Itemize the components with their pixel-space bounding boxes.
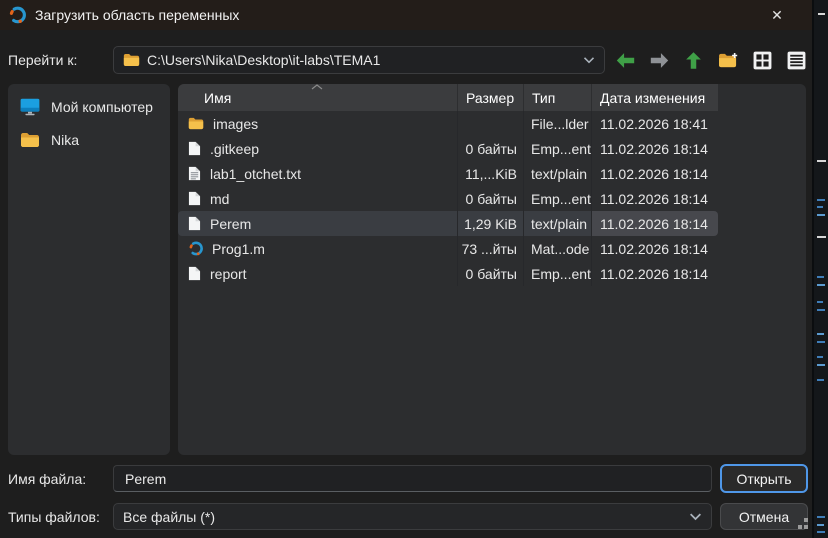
filetype-combobox[interactable]: Все файлы (*)	[113, 503, 712, 530]
sidebar-item-label: Nika	[51, 132, 79, 148]
file-type: Emp...ent	[524, 136, 592, 161]
forward-button[interactable]	[647, 48, 671, 72]
file-icon	[188, 266, 201, 281]
new-folder-button[interactable]	[716, 48, 740, 72]
file-row-lab1-otchet[interactable]: lab1_otchet.txt 11,...KiB text/plain 11.…	[178, 161, 718, 186]
icon-view-button[interactable]	[751, 48, 775, 72]
sort-ascending-icon	[310, 84, 324, 90]
goto-label: Перейти к:	[8, 52, 77, 68]
dialog-titlebar: Загрузить область переменных ✕	[0, 0, 812, 30]
file-date: 11.02.2026 18:14	[592, 261, 718, 286]
file-name: .gitkeep	[210, 141, 259, 157]
sidebar-item-home[interactable]: Nika	[8, 124, 170, 156]
grid-view-icon	[753, 51, 772, 70]
load-variables-dialog: Загрузить область переменных ✕ Перейти к…	[0, 0, 812, 538]
file-list-panel: Имя Размер Тип Дата изменения images Fil…	[178, 84, 806, 455]
file-date: 11.02.2026 18:14	[592, 136, 718, 161]
resize-grip[interactable]	[798, 525, 802, 529]
file-row-gitkeep[interactable]: .gitkeep 0 байты Emp...ent 11.02.2026 18…	[178, 136, 718, 161]
column-header-date[interactable]: Дата изменения	[592, 84, 718, 111]
sidebar-item-computer[interactable]: Мой компьютер	[8, 90, 170, 124]
file-icon	[188, 191, 201, 206]
file-name: report	[210, 266, 247, 282]
file-name: images	[213, 116, 258, 132]
file-size	[458, 111, 524, 136]
filetype-label: Типы файлов:	[8, 509, 100, 525]
text-file-icon	[188, 166, 201, 181]
filename-input[interactable]	[113, 465, 712, 492]
file-type: text/plain	[524, 211, 592, 236]
scilab-file-icon	[188, 241, 203, 256]
file-name: lab1_otchet.txt	[210, 166, 301, 182]
file-date: 11.02.2026 18:14	[592, 186, 718, 211]
file-date: 11.02.2026 18:14	[592, 211, 718, 236]
places-sidebar: Мой компьютер Nika	[8, 84, 170, 455]
column-header-type[interactable]: Тип	[524, 84, 592, 111]
sidebar-item-label: Мой компьютер	[51, 99, 153, 115]
folder-icon	[188, 117, 204, 130]
new-folder-icon	[718, 52, 739, 69]
screen: Загрузить область переменных ✕ Перейти к…	[0, 0, 828, 538]
file-type: text/plain	[524, 161, 592, 186]
back-arrow-icon	[615, 52, 636, 69]
filetype-value: Все файлы (*)	[123, 509, 215, 525]
list-view-icon	[787, 51, 806, 70]
navigation-bar	[613, 46, 809, 74]
close-button[interactable]: ✕	[764, 3, 790, 27]
file-date: 11.02.2026 18:41	[592, 111, 718, 136]
path-combobox[interactable]: C:\Users\Nika\Desktop\it-labs\ТЕМА1	[113, 46, 605, 74]
up-arrow-icon	[685, 51, 702, 70]
folder-icon	[123, 53, 140, 67]
file-size: 0 байты	[458, 136, 524, 161]
column-header-size[interactable]: Размер	[458, 84, 524, 111]
open-button[interactable]: Открыть	[720, 464, 808, 493]
file-size: 73 ...йты	[458, 236, 524, 261]
forward-arrow-icon	[649, 52, 670, 69]
file-size: 0 байты	[458, 186, 524, 211]
cancel-button[interactable]: Отмена	[720, 503, 808, 530]
file-name: Perem	[210, 216, 251, 232]
chevron-down-icon	[689, 512, 702, 521]
computer-icon	[20, 98, 40, 116]
file-icon	[188, 141, 201, 156]
file-type: File...lder	[524, 111, 592, 136]
resize-grip[interactable]	[804, 518, 808, 522]
file-name: Prog1.m	[212, 241, 265, 257]
file-type: Emp...ent	[524, 261, 592, 286]
scilab-app-icon	[8, 6, 26, 24]
chevron-down-icon	[583, 56, 595, 64]
file-name: md	[210, 191, 229, 207]
path-value: C:\Users\Nika\Desktop\it-labs\ТЕМА1	[147, 52, 380, 68]
folder-icon	[20, 132, 40, 148]
filename-label: Имя файла:	[8, 471, 86, 487]
file-row-images[interactable]: images File...lder 11.02.2026 18:41	[178, 111, 718, 136]
file-row-md[interactable]: md 0 байты Emp...ent 11.02.2026 18:14	[178, 186, 718, 211]
dialog-title: Загрузить область переменных	[35, 7, 239, 23]
file-date: 11.02.2026 18:14	[592, 161, 718, 186]
file-size: 1,29 KiB	[458, 211, 524, 236]
resize-grip[interactable]	[804, 525, 808, 529]
detail-view-button[interactable]	[785, 48, 809, 72]
up-button[interactable]	[682, 48, 706, 72]
file-date: 11.02.2026 18:14	[592, 236, 718, 261]
file-row-prog1[interactable]: Prog1.m 73 ...йты Mat...ode 11.02.2026 1…	[178, 236, 718, 261]
file-size: 0 байты	[458, 261, 524, 286]
back-button[interactable]	[613, 48, 637, 72]
file-row-report[interactable]: report 0 байты Emp...ent 11.02.2026 18:1…	[178, 261, 718, 286]
file-size: 11,...KiB	[458, 161, 524, 186]
background-window-edge	[812, 0, 828, 538]
file-row-perem[interactable]: Perem 1,29 KiB text/plain 11.02.2026 18:…	[178, 211, 718, 236]
file-type: Mat...ode	[524, 236, 592, 261]
file-list-header: Имя Размер Тип Дата изменения	[178, 84, 718, 111]
file-icon	[188, 216, 201, 231]
file-type: Emp...ent	[524, 186, 592, 211]
